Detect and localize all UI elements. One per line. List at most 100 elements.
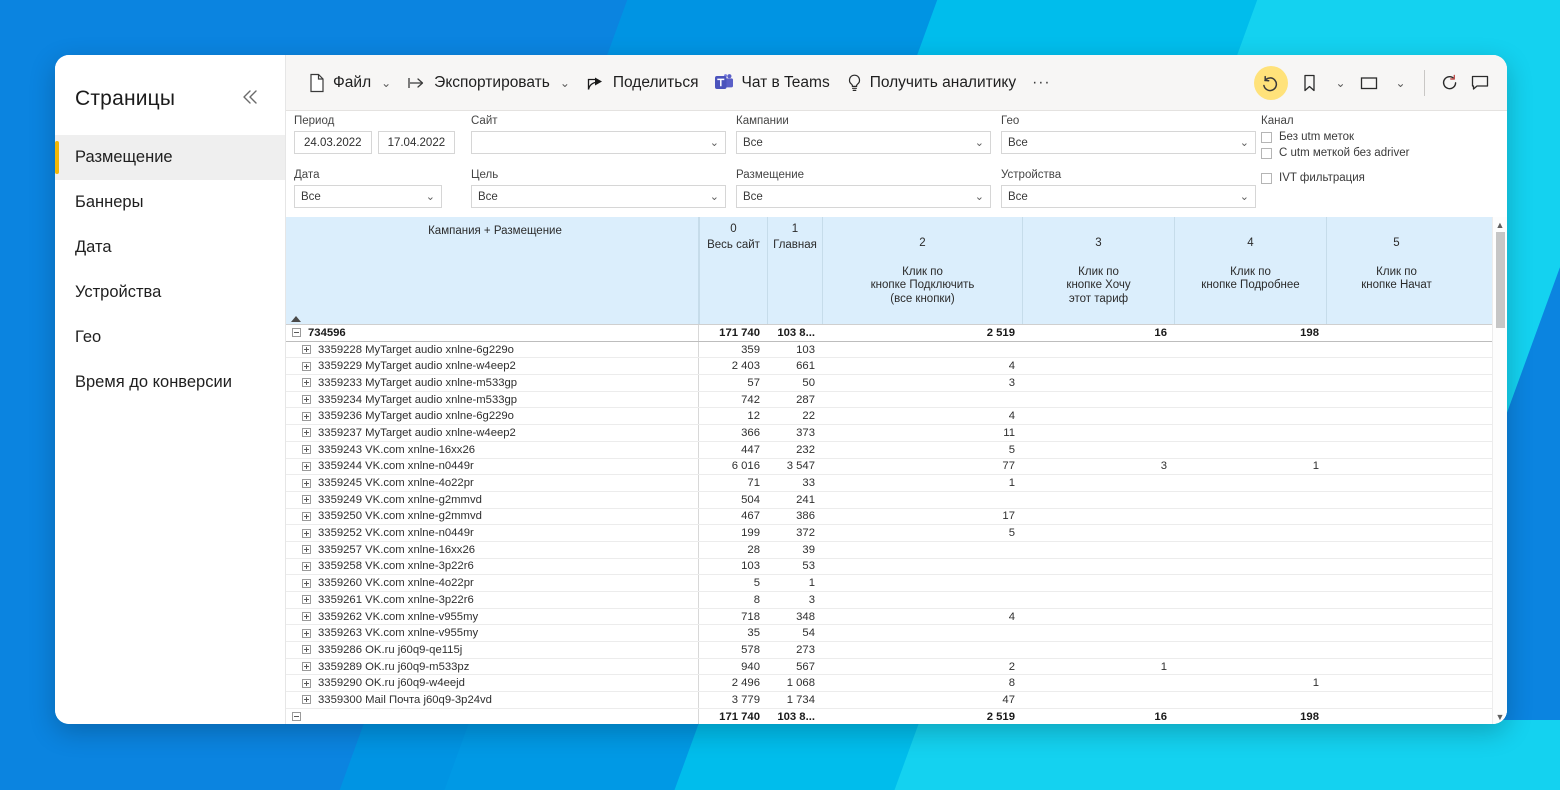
column-header-click-more[interactable]: 4 Клик по кнопке Подробнее xyxy=(1174,217,1326,324)
table-total-row[interactable]: 171 740 103 8... 2 519 16 198 xyxy=(286,708,1507,724)
matrix-body[interactable]: 734596 171 740 103 8... 2 519 16 198 3359228 M… xyxy=(286,325,1507,724)
placement-select[interactable]: Все ⌄ xyxy=(736,185,991,208)
checkbox-icon[interactable] xyxy=(1261,147,1272,159)
refresh-icon[interactable] xyxy=(1435,66,1465,100)
expand-icon[interactable] xyxy=(302,495,311,505)
teams-chat-button[interactable]: Чат в Teams xyxy=(706,67,837,98)
expand-icon[interactable] xyxy=(302,545,311,555)
table-row[interactable]: 3359249 VK.com xnlne-g2mmvd 504 241 xyxy=(286,491,1507,509)
table-row[interactable]: 3359250 VK.com xnlne-g2mmvd 467 386 17 xyxy=(286,508,1507,526)
chevron-down-icon[interactable]: ⌄ xyxy=(381,76,391,90)
ivt-filter-option[interactable]: IVT фильтрация xyxy=(1261,172,1491,184)
column-header-click-start[interactable]: 5 Клик по кнопке Начат xyxy=(1326,217,1466,324)
table-row[interactable]: 3359261 VK.com xnlne-3p22r6 8 3 xyxy=(286,592,1507,609)
expand-icon[interactable] xyxy=(302,411,311,421)
table-row[interactable]: 3359260 VK.com xnlne-4o22pr 5 1 xyxy=(286,575,1507,592)
chevron-down-icon[interactable]: ⌄ xyxy=(560,76,570,90)
expand-icon[interactable] xyxy=(302,361,311,371)
table-row[interactable]: 3359286 OK.ru j60q9-qe115j 578 273 xyxy=(286,642,1507,659)
matrix-vertical-scrollbar[interactable]: ▲ ▼ xyxy=(1492,217,1507,724)
geo-select[interactable]: Все ⌄ xyxy=(1001,131,1256,154)
expand-icon[interactable] xyxy=(302,511,311,521)
scrollbar-thumb[interactable] xyxy=(1496,232,1505,328)
expand-icon[interactable] xyxy=(302,445,311,455)
expand-icon[interactable] xyxy=(302,561,311,571)
share-button[interactable]: Поделиться xyxy=(578,68,707,98)
goal-select[interactable]: Все ⌄ xyxy=(471,185,726,208)
row-name-cell: 3359234 MyTarget audio xnlne-m533gp xyxy=(286,391,699,408)
table-row[interactable]: 3359228 MyTarget audio xnlne-6g229o 359 10… xyxy=(286,341,1507,359)
expand-icon[interactable] xyxy=(302,678,311,688)
date-select[interactable]: Все ⌄ xyxy=(294,185,442,208)
bookmark-icon[interactable] xyxy=(1294,66,1324,100)
sidebar-item-data[interactable]: Дата xyxy=(55,225,285,270)
chevron-down-icon: ⌄ xyxy=(709,191,719,203)
table-row[interactable]: 3359290 OK.ru j60q9-w4eejd 2 496 1 068 8 1 xyxy=(286,675,1507,693)
expand-icon[interactable] xyxy=(302,528,311,538)
column-header-main[interactable]: 1 Главная xyxy=(767,217,822,324)
table-row[interactable]: 3359244 VK.com xnlne-n0449r 6 016 3 547 77 3… xyxy=(286,458,1507,476)
table-row[interactable]: 3359289 OK.ru j60q9-m533pz 940 567 2 1 xyxy=(286,658,1507,676)
column-header-click-connect[interactable]: 2 Клик по кнопке Подключить (все кнопки) xyxy=(822,217,1022,324)
checkbox-icon[interactable] xyxy=(1261,172,1272,184)
chevron-double-left-icon[interactable] xyxy=(237,85,263,113)
table-row[interactable]: 3359252 VK.com xnlne-n0449r 199 372 5 xyxy=(286,525,1507,542)
column-header-campaign-placement[interactable]: Кампания + Размещение xyxy=(286,217,699,324)
channel-option-utm-no-adriver[interactable]: С utm меткой без adriver xyxy=(1261,147,1491,159)
checkbox-icon[interactable] xyxy=(1261,131,1272,143)
reset-icon[interactable] xyxy=(1254,65,1288,100)
collapse-icon[interactable] xyxy=(292,328,301,338)
expand-icon[interactable] xyxy=(302,461,311,471)
comment-icon[interactable] xyxy=(1465,66,1495,100)
expand-icon[interactable] xyxy=(302,612,311,622)
table-row[interactable]: 3359229 MyTarget audio xnlne-w4eep2 2 403… xyxy=(286,358,1507,376)
file-button[interactable]: Файл ⌄ xyxy=(300,67,399,99)
table-row[interactable]: 3359257 VK.com xnlne-16xx26 28 39 xyxy=(286,541,1507,559)
expand-icon[interactable] xyxy=(302,662,311,672)
expand-icon[interactable] xyxy=(302,428,311,438)
collapse-icon[interactable] xyxy=(292,712,301,722)
table-row[interactable]: 3359263 VK.com xnlne-v955my 35 54 xyxy=(286,625,1507,643)
chevron-down-icon[interactable]: ⌄ xyxy=(1384,66,1414,100)
expand-icon[interactable] xyxy=(302,395,311,405)
expand-icon[interactable] xyxy=(302,478,311,488)
scroll-up-arrow-icon[interactable]: ▲ xyxy=(1493,217,1508,232)
expand-icon[interactable] xyxy=(302,578,311,588)
get-insights-button[interactable]: Получить аналитику xyxy=(838,67,1024,99)
expand-icon[interactable] xyxy=(302,628,311,638)
expand-icon[interactable] xyxy=(302,595,311,605)
table-row[interactable]: 3359237 MyTarget audio xnlne-w4eep2 366 37… xyxy=(286,425,1507,442)
sidebar-item-bannery[interactable]: Баннеры xyxy=(55,180,285,225)
column-header-click-want-tariff[interactable]: 3 Клик по кнопке Хочу этот тариф xyxy=(1022,217,1174,324)
expand-icon[interactable] xyxy=(302,345,311,355)
expand-icon[interactable] xyxy=(302,695,311,705)
table-row[interactable]: 3359245 VK.com xnlne-4o22pr 71 33 1 xyxy=(286,475,1507,492)
period-to-input[interactable]: 17.04.2022 xyxy=(377,131,456,154)
table-row[interactable]: 3359236 MyTarget audio xnlne-6g229o 12 22 4 xyxy=(286,408,1507,426)
view-icon[interactable] xyxy=(1354,66,1384,100)
devices-select[interactable]: Все ⌄ xyxy=(1001,185,1256,208)
table-total-row[interactable]: 734596 171 740 103 8... 2 519 16 198 xyxy=(286,325,1507,342)
chevron-down-icon[interactable]: ⌄ xyxy=(1324,66,1354,100)
table-row[interactable]: 3359234 MyTarget audio xnlne-m533gp 742 28… xyxy=(286,391,1507,409)
sidebar-item-razmeshchenie[interactable]: Размещение xyxy=(55,135,285,180)
more-options-button[interactable]: ··· xyxy=(1024,68,1059,98)
sidebar-item-geo[interactable]: Гео xyxy=(55,315,285,360)
scroll-up-indicator-icon[interactable] xyxy=(291,316,301,322)
scroll-down-arrow-icon[interactable]: ▼ xyxy=(1493,709,1508,724)
sidebar-item-ustroystva[interactable]: Устройства xyxy=(55,270,285,315)
expand-icon[interactable] xyxy=(302,645,311,655)
site-select[interactable]: ⌄ xyxy=(471,131,726,154)
table-row[interactable]: 3359243 VK.com xnlne-16xx26 447 232 5 xyxy=(286,441,1507,459)
table-row[interactable]: 3359262 VK.com xnlne-v955my 718 348 4 xyxy=(286,608,1507,626)
expand-icon[interactable] xyxy=(302,378,311,388)
table-row[interactable]: 3359233 MyTarget audio xnlne-m533gp 57 50 3 xyxy=(286,375,1507,392)
column-header-whole-site[interactable]: 0 Весь сайт xyxy=(699,217,767,324)
campaigns-select[interactable]: Все ⌄ xyxy=(736,131,991,154)
sidebar-item-vremya-do-konversii[interactable]: Время до конверсии xyxy=(55,360,285,405)
table-row[interactable]: 3359258 VK.com xnlne-3p22r6 103 53 xyxy=(286,558,1507,576)
export-button[interactable]: Экспортировать ⌄ xyxy=(399,68,578,98)
table-row[interactable]: 3359300 Mail Почта j60q9-3p24vd 3 779 1 73… xyxy=(286,692,1507,709)
channel-option-no-utm[interactable]: Без utm меток xyxy=(1261,131,1491,143)
period-from-input[interactable]: 24.03.2022 xyxy=(294,131,372,154)
